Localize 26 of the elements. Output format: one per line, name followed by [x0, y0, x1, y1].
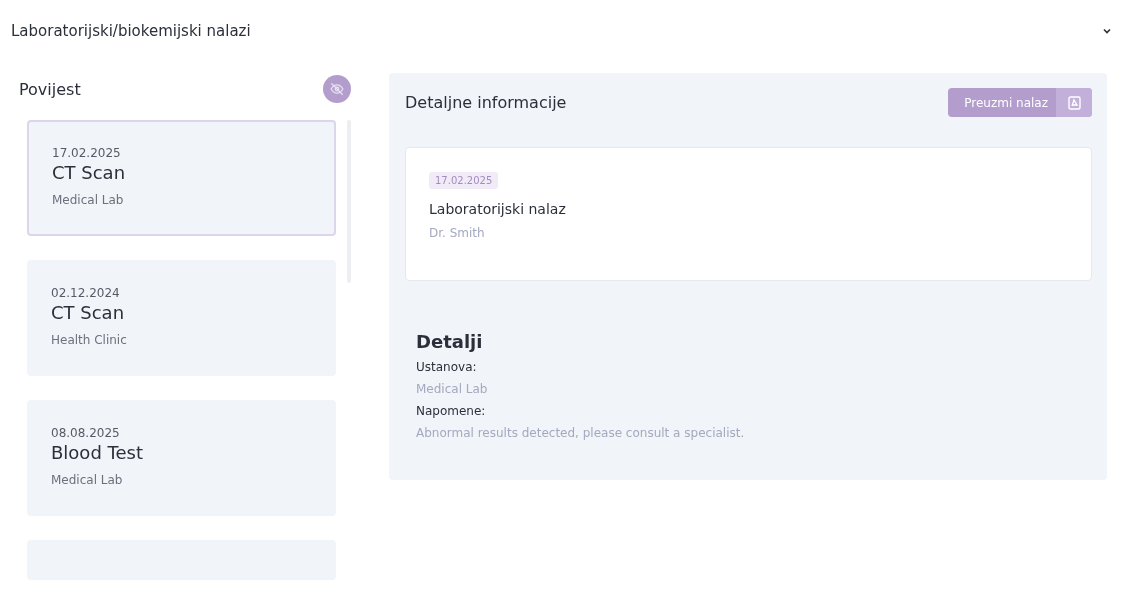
section-title: Laboratorijski/biokemijski nalazi	[11, 22, 251, 40]
history-date: 08.08.2025	[51, 426, 121, 440]
history-date: 17.02.2025	[52, 146, 122, 160]
date-tag: 17.02.2025	[429, 172, 499, 189]
details-heading: Detalji	[416, 331, 484, 352]
history-institution: Medical Lab	[52, 193, 125, 207]
doctor-name: Dr. Smith	[429, 226, 485, 240]
history-institution: Health Clinic	[51, 333, 128, 347]
field-value: Abnormal results detected, please consult a specialist.	[416, 426, 746, 440]
history-name: Blood Test	[51, 442, 144, 463]
eye-off-icon	[330, 82, 344, 96]
history-name: CT Scan	[52, 162, 127, 183]
field-label: Napomene:	[416, 404, 487, 418]
history-date: 02.12.2024	[51, 286, 121, 300]
history-card[interactable]: 17.02.2025 CT Scan Medical Lab	[27, 120, 337, 236]
history-institution: Medical Lab	[51, 473, 124, 487]
history-card[interactable]: 02.12.2024 CT Scan Health Clinic	[27, 260, 337, 376]
history-title: Povijest	[19, 79, 81, 99]
pdf-file-icon	[1067, 95, 1081, 110]
history-card[interactable]: 08.08.2025 Blood Test Medical Lab	[27, 400, 337, 516]
history-name: CT Scan	[51, 302, 126, 323]
field-label: Ustanova:	[416, 360, 478, 374]
hide-button[interactable]	[323, 75, 351, 103]
details-title: Detaljne informacije	[405, 93, 567, 112]
field-value: Medical Lab	[416, 382, 489, 396]
report-title: Laboratorijski nalaz	[429, 201, 566, 217]
